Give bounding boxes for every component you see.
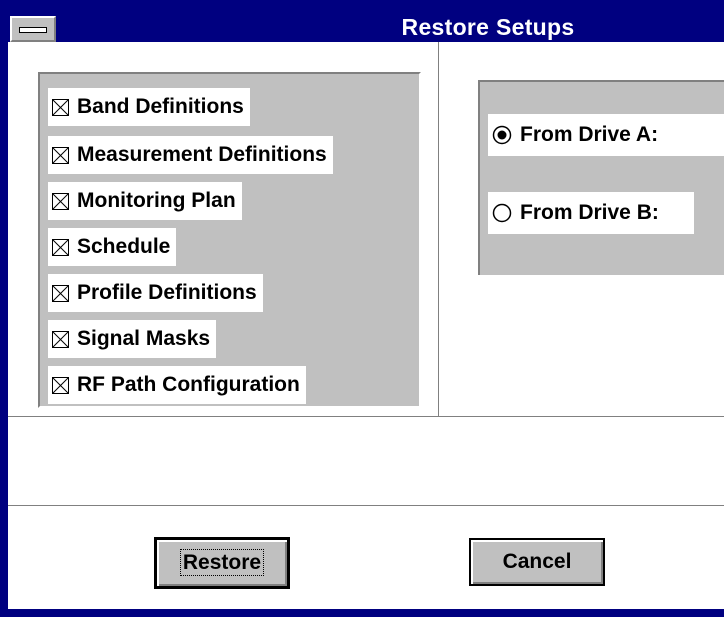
checked-box-icon [52,284,69,302]
checkbox-label: Monitoring Plan [77,189,236,212]
title-bar[interactable]: Restore Setups [8,0,724,42]
restore-setups-dialog: Restore Setups Band Definitions Measurem… [0,0,724,617]
checkbox-label: Profile Definitions [77,281,257,304]
radio-label: From Drive A: [520,123,659,146]
radio-unselected-icon [492,203,512,223]
checkbox-schedule[interactable]: Schedule [48,228,177,266]
restore-button[interactable]: Restore [154,537,290,589]
radio-from-drive-b[interactable]: From Drive B: [488,192,694,234]
checkbox-profile-definitions[interactable]: Profile Definitions [48,274,263,312]
horizontal-divider-lower [8,505,724,506]
checked-box-icon [52,376,69,394]
checkbox-band-definitions[interactable]: Band Definitions [48,88,250,126]
checked-box-icon [52,330,69,348]
checkbox-label: Schedule [77,235,171,258]
checkbox-label: RF Path Configuration [77,373,300,396]
setups-checklist: Band Definitions Measurement Definitions… [38,72,421,408]
checked-box-icon [52,146,69,164]
checkbox-monitoring-plan[interactable]: Monitoring Plan [48,182,242,220]
title-bar-clip: Restore Setups [8,0,724,42]
window-title: Restore Setups [401,14,575,40]
radio-from-drive-a[interactable]: From Drive A: [488,114,724,156]
cancel-button[interactable]: Cancel [469,538,605,586]
checkbox-label: Band Definitions [77,95,244,118]
checked-box-icon [52,98,69,116]
checked-box-icon [52,238,69,256]
checkbox-label: Signal Masks [77,327,211,350]
cancel-button-label: Cancel [502,550,572,573]
restore-button-label: Restore [179,549,265,576]
radio-selected-icon [492,125,512,145]
system-menu-button[interactable] [10,16,56,42]
checkbox-signal-masks[interactable]: Signal Masks [48,320,217,358]
horizontal-divider-upper [8,416,724,417]
checked-box-icon [52,192,69,210]
radio-label: From Drive B: [520,201,659,224]
checkbox-measurement-definitions[interactable]: Measurement Definitions [48,136,333,174]
system-menu-icon [19,27,47,33]
drive-selection-group: From Drive A: From Drive B: [478,80,724,275]
checkbox-rf-path-configuration[interactable]: RF Path Configuration [48,366,306,404]
vertical-divider [438,42,439,416]
checkbox-label: Measurement Definitions [77,143,327,166]
